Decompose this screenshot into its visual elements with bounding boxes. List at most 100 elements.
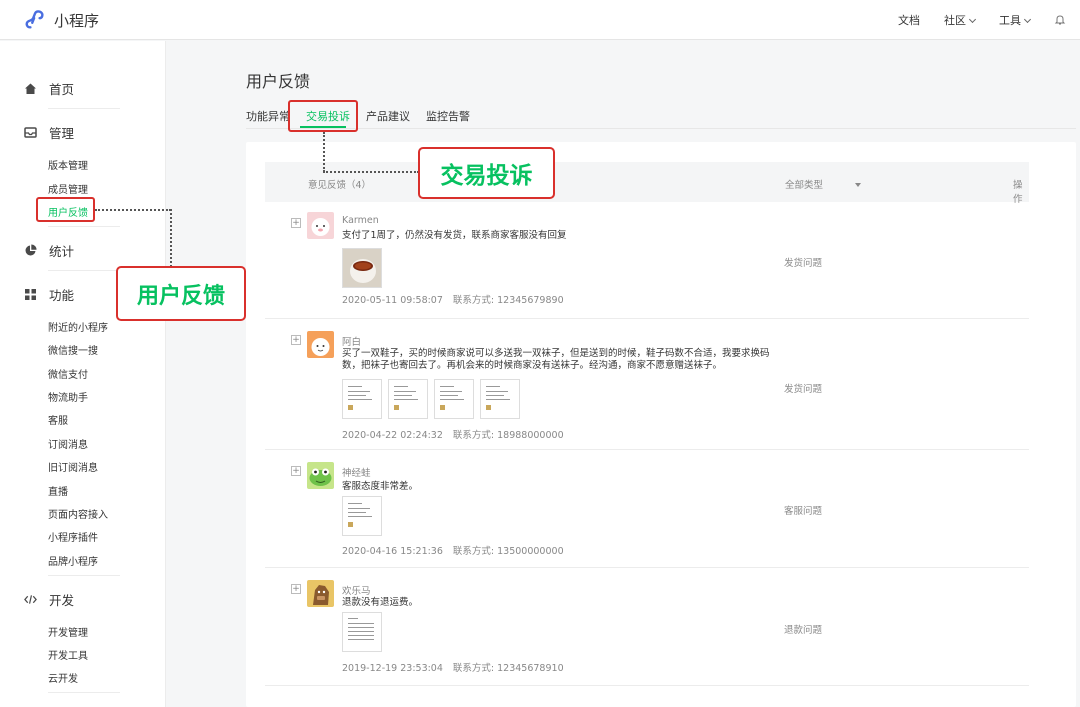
sidebar-item-cloud-dev[interactable]: 云开发 (48, 670, 78, 685)
feedback-text: 客服态度非常差。 (342, 481, 419, 492)
app-logo[interactable]: 小程序 (24, 9, 99, 31)
sidebar-divider (48, 692, 120, 693)
header-feedback: 意见反馈（4） (308, 180, 372, 191)
sidebar-item-live[interactable]: 直播 (48, 483, 68, 498)
sidebar-label-stats: 统计 (49, 244, 75, 259)
sidebar-item-old-subscribe-msg[interactable]: 旧订阅消息 (48, 459, 98, 474)
nav-community[interactable]: 社区 (944, 12, 975, 28)
sidebar-label-features: 功能 (49, 288, 75, 303)
tab-highlight-box (288, 100, 358, 132)
attachment-list (342, 612, 382, 652)
bell-icon[interactable] (1054, 14, 1066, 26)
top-bar: 小程序 文档 社区 工具 (0, 0, 1080, 40)
feedback-contact: 联系方式: 13500000000 (452, 546, 564, 557)
sidebar-item-nearby[interactable]: 附近的小程序 (48, 319, 108, 334)
feedback-time: 2020-04-16 15:21:36 (342, 546, 443, 557)
connector-line (170, 209, 172, 267)
feedback-time: 2020-04-22 02:24:32 (342, 430, 443, 441)
sidebar-divider (48, 270, 120, 271)
tab-monitor-alert[interactable]: 监控告警 (426, 108, 470, 124)
sidebar-label-dev: 开发 (49, 593, 75, 608)
attachment-image[interactable] (342, 379, 382, 419)
sidebar-label-manage: 管理 (49, 126, 75, 141)
mini-program-logo-icon (25, 10, 44, 29)
sidebar-item-subscribe-msg[interactable]: 订阅消息 (48, 436, 88, 451)
tab-bar: 功能异常 交易投诉 产品建议 监控告警 (246, 108, 486, 124)
attachment-image[interactable] (342, 248, 382, 288)
type-filter-dropdown[interactable]: 全部类型 (785, 177, 862, 191)
feedback-meta: 2019-12-19 23:53:04 联系方式: 12345678910 (342, 660, 564, 674)
sidebar-divider (48, 108, 120, 109)
sidebar-divider (48, 226, 120, 227)
sidebar-section-features[interactable]: 功能 (24, 285, 74, 304)
feedback-meta: 2020-04-22 02:24:32 联系方式: 18988000000 (342, 427, 564, 441)
feedback-type: 客服问题 (784, 506, 823, 517)
table-row: + Karmen 支付了1周了，仍然没有发货，联系商家客服没有回复 2020-0… (265, 202, 1029, 319)
sidebar-item-wechat-pay[interactable]: 微信支付 (48, 366, 88, 381)
user-name: 神经蛙 (342, 468, 371, 479)
sidebar-item-wechat-search[interactable]: 微信搜一搜 (48, 342, 98, 357)
code-icon (24, 593, 37, 606)
expand-icon[interactable]: + (291, 218, 301, 228)
attachment-image[interactable] (434, 379, 474, 419)
attachment-image[interactable] (342, 612, 382, 652)
user-name: Karmen (342, 215, 379, 226)
avatar (307, 212, 334, 239)
grid-icon (24, 288, 37, 301)
sidebar-item-logistics[interactable]: 物流助手 (48, 389, 88, 404)
feedback-contact: 联系方式: 18988000000 (452, 430, 564, 441)
inbox-icon (24, 126, 37, 139)
attachment-image[interactable] (480, 379, 520, 419)
app-name: 小程序 (54, 11, 100, 30)
avatar (307, 580, 334, 607)
table-row: + 欢乐马 退款没有退运费。 2019-12-19 23:53:04 联系方式: … (265, 568, 1029, 686)
nav-tools[interactable]: 工具 (999, 12, 1030, 28)
connector-line (323, 132, 325, 172)
sidebar-section-manage[interactable]: 管理 (24, 123, 74, 142)
callout-transaction-complaint: 交易投诉 (418, 147, 555, 199)
sidebar-item-customer-service[interactable]: 客服 (48, 412, 68, 427)
connector-line (95, 209, 171, 211)
sidebar-item-member-manage[interactable]: 成员管理 (48, 181, 88, 196)
feedback-type: 发货问题 (784, 258, 823, 269)
table-row: + 阿白 买了一双鞋子，买的时候商家说可以多送我一双袜子，但是送到的时候，鞋子码… (265, 319, 1029, 450)
feedback-time: 2020-05-11 09:58:07 (342, 295, 443, 306)
attachment-image[interactable] (388, 379, 428, 419)
expand-icon[interactable]: + (291, 584, 301, 594)
expand-icon[interactable]: + (291, 335, 301, 345)
pie-chart-icon (24, 244, 37, 257)
attachment-list (342, 496, 382, 536)
sidebar-item-home[interactable]: 首页 (24, 79, 74, 98)
attachment-image[interactable] (342, 496, 382, 536)
page-title: 用户反馈 (246, 72, 311, 91)
feedback-meta: 2020-05-11 09:58:07 联系方式: 12345679890 (342, 292, 564, 306)
sidebar-item-dev-manage[interactable]: 开发管理 (48, 624, 88, 639)
expand-icon[interactable]: + (291, 466, 301, 476)
sidebar-section-stats[interactable]: 统计 (24, 241, 74, 260)
nav-docs[interactable]: 文档 (898, 12, 920, 28)
avatar (307, 331, 334, 358)
sidebar-item-version-manage[interactable]: 版本管理 (48, 157, 88, 172)
feedback-text: 退款没有退运费。 (342, 597, 419, 608)
caret-down-icon (855, 183, 862, 187)
header-type: 全部类型 (785, 180, 824, 191)
sidebar-section-dev[interactable]: 开发 (24, 590, 74, 609)
user-name: 阿白 (342, 337, 362, 348)
feedback-contact: 联系方式: 12345679890 (452, 295, 564, 306)
sidebar-item-plugins[interactable]: 小程序插件 (48, 529, 98, 544)
sidebar-item-page-content[interactable]: 页面内容接入 (48, 506, 108, 521)
sidebar-label-home: 首页 (49, 82, 75, 97)
sidebar-divider (48, 575, 120, 576)
avatar (307, 462, 334, 489)
sidebar-item-dev-tools[interactable]: 开发工具 (48, 647, 88, 662)
user-name: 欢乐马 (342, 586, 371, 597)
top-nav: 文档 社区 工具 (898, 0, 1066, 40)
tab-product-suggestion[interactable]: 产品建议 (366, 108, 410, 124)
tab-function-error[interactable]: 功能异常 (246, 108, 290, 124)
tabs-divider (246, 128, 1076, 129)
feedback-contact: 联系方式: 12345678910 (452, 663, 564, 674)
sidebar: 首页 管理 版本管理 成员管理 用户反馈 统计 功能 附近的小程序 微信搜一搜 … (0, 41, 166, 707)
feedback-type: 退款问题 (784, 625, 823, 636)
attachment-list (342, 248, 382, 288)
sidebar-item-brand[interactable]: 品牌小程序 (48, 553, 98, 568)
